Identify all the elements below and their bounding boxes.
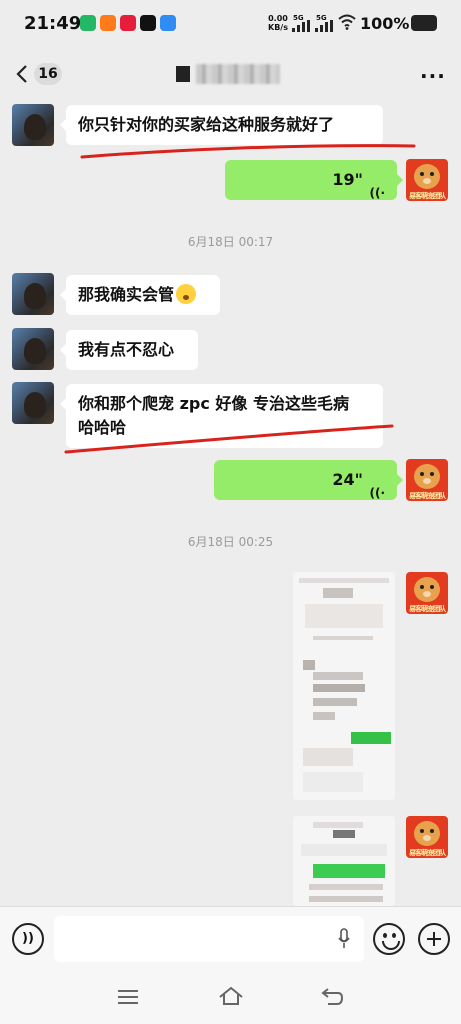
unread-count-badge[interactable]: 16 (34, 63, 62, 85)
message-bubble[interactable]: 那我确实会管 (60, 275, 220, 315)
signal-bars-icon (315, 20, 333, 32)
status-time: 21:49 (24, 13, 82, 34)
voice-wave-icon: ((· (369, 186, 385, 200)
message-bubble[interactable]: 你只针对你的买家给这种服务就好了 (60, 105, 383, 145)
contact-avatar[interactable] (12, 104, 54, 146)
mic-icon[interactable] (338, 928, 350, 950)
back-icon[interactable] (320, 986, 344, 1006)
voice-duration: 24" (332, 470, 363, 489)
timestamp: 6月18日 00:25 (187, 535, 274, 549)
image-message[interactable] (293, 572, 395, 800)
menu-icon[interactable] (118, 990, 138, 1004)
voice-duration: 19" (332, 170, 363, 189)
my-avatar[interactable]: 易客萌宠团队 (406, 816, 448, 858)
message-text: 哈哈哈 (78, 418, 127, 437)
emoji-icon[interactable] (373, 923, 405, 955)
voice-message-bubble[interactable]: 24" ((· (214, 460, 403, 500)
contact-avatar[interactable] (12, 273, 54, 315)
contact-avatar[interactable] (12, 382, 54, 424)
app-notification-icon (160, 15, 176, 31)
voice-toggle-icon[interactable]: )) (12, 923, 44, 955)
timestamp: 6月18日 00:17 (187, 235, 274, 249)
message-text: 你和那个爬宠 zpc 好像 专治这些毛病 (78, 394, 349, 413)
plus-icon[interactable] (418, 923, 450, 955)
my-avatar[interactable]: 易客萌宠团队 (406, 572, 448, 614)
signal-bars-icon (292, 20, 310, 32)
more-options-icon[interactable]: ··· (420, 64, 446, 88)
battery-percent: 100% (360, 14, 410, 33)
voice-wave-icon: ((· (369, 486, 385, 500)
message-text: 我有点不忍心 (78, 340, 175, 359)
wifi-icon (338, 14, 356, 30)
message-text: 那我确实会管 (78, 285, 175, 304)
home-icon[interactable] (218, 986, 244, 1006)
capcut-app-icon (140, 15, 156, 31)
message-bubble[interactable]: 我有点不忍心 (60, 330, 198, 370)
message-input[interactable] (54, 916, 364, 962)
battery-icon (411, 15, 437, 31)
my-avatar[interactable]: 易客萌宠团队 (406, 159, 448, 201)
my-avatar[interactable]: 易客萌宠团队 (406, 459, 448, 501)
image-message[interactable] (293, 816, 395, 906)
chat-title (176, 60, 286, 86)
app-notification-icon (100, 15, 116, 31)
chevron-left-icon[interactable] (14, 63, 34, 85)
contact-avatar[interactable] (12, 328, 54, 370)
voice-message-bubble[interactable]: 19" ((· (225, 160, 403, 200)
wechat-app-icon (80, 15, 96, 31)
app-notification-icon (120, 15, 136, 31)
flushed-emoji-icon (176, 284, 197, 304)
message-text: 你只针对你的买家给这种服务就好了 (78, 115, 335, 134)
network-speed: 0.00 KB/s (268, 14, 288, 32)
message-bubble[interactable]: 你和那个爬宠 zpc 好像 专治这些毛病 哈哈哈 (60, 384, 383, 448)
